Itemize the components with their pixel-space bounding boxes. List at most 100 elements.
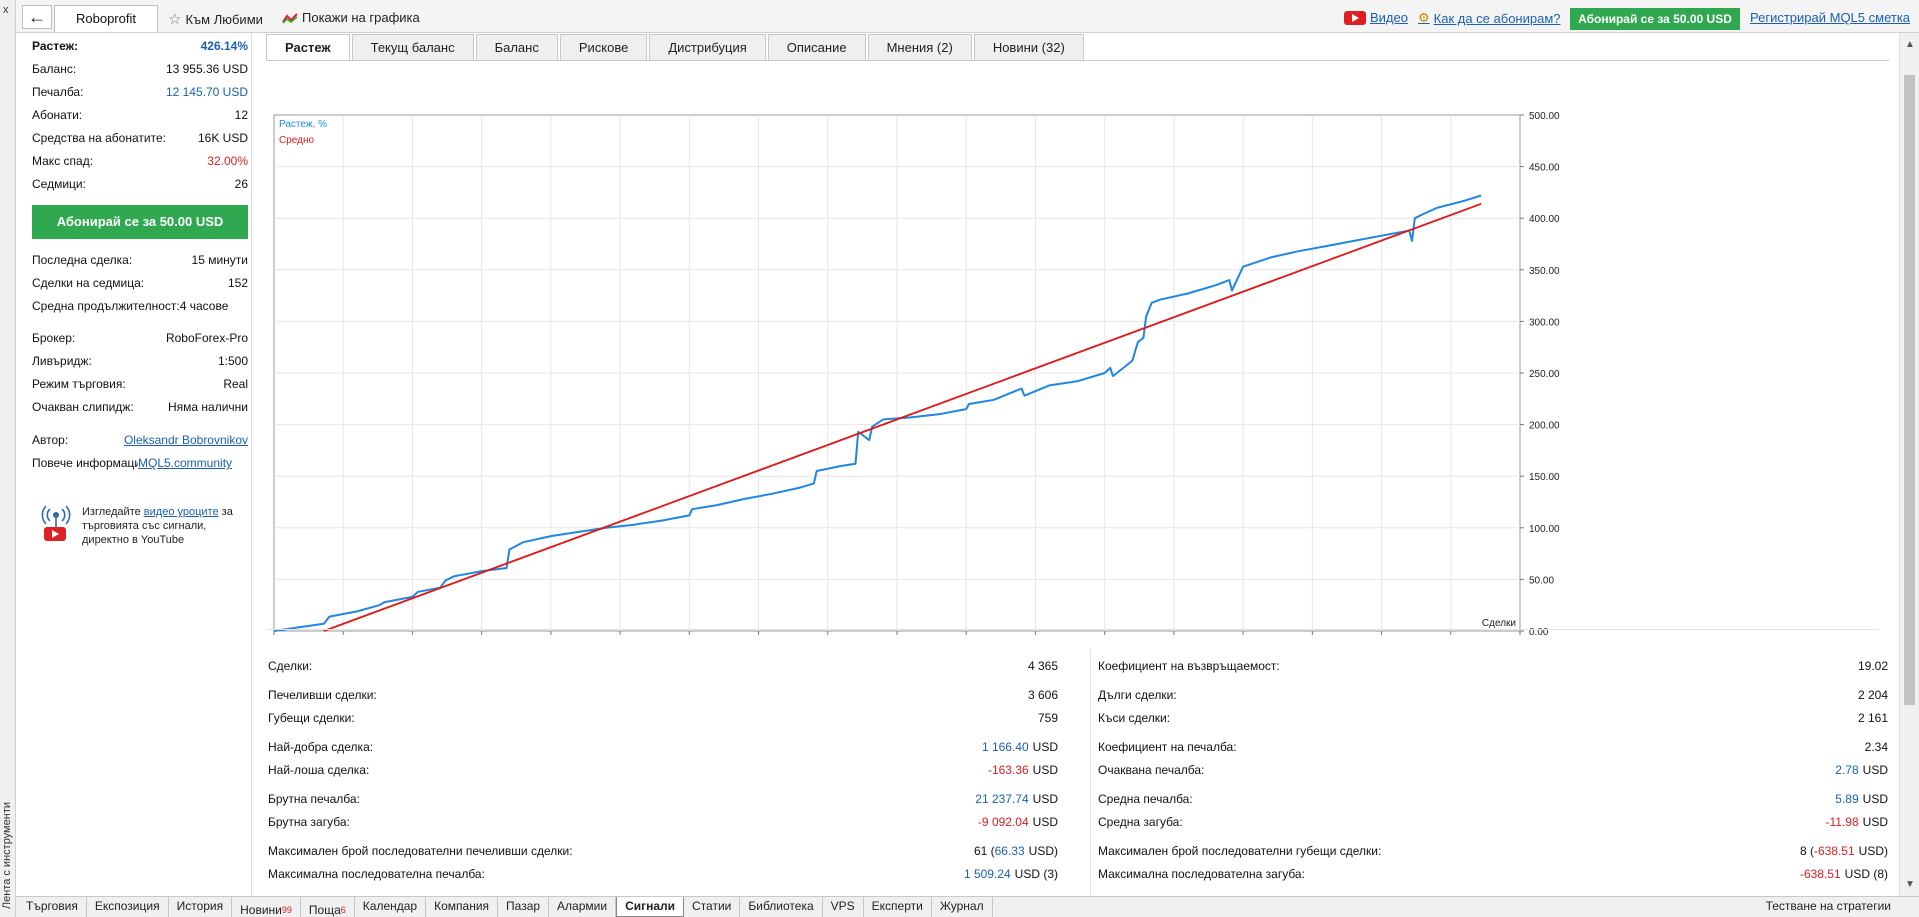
tab-5[interactable]: Описание [767,34,866,60]
video-link[interactable]: Видео [1344,10,1408,25]
tab-4[interactable]: Дистрибуция [649,34,766,60]
broker-value: RoboForex-Pro [165,331,248,345]
toolbox-tab-label: Търговия [26,899,78,913]
stat-value-text: 4 365 [1027,659,1058,673]
how-to-subscribe-link[interactable]: ⚙ Как да се абонирам? [1418,10,1561,26]
add-to-favorites-button[interactable]: ☆ Към Любими [168,10,263,28]
trades-per-week-row: Сделки на седмица: 152 [32,276,248,294]
toolbox-vertical-label[interactable]: Лента с инструменти [1,802,13,909]
tab-7[interactable]: Новини (32) [973,34,1084,60]
toolbox-tab-2[interactable]: История [169,897,233,917]
toolbox-tab-7[interactable]: Пазар [498,897,550,917]
weeks-label: Седмици: [32,177,86,191]
legend-entry: Средно [279,135,314,146]
toolbox-tab-11[interactable]: Библиотека [740,897,823,917]
weeks-row: Седмици: 26 [32,177,248,195]
toolbox-tab-3[interactable]: Новини99 [232,897,301,917]
stat-value: 61 (66.33 USD) [974,844,1058,860]
dock-close-button[interactable]: x [3,4,9,16]
slippage-value: Няма налични [167,400,248,414]
stat-label: Къси сделки: [1098,711,1171,725]
tab-2[interactable]: Баланс [475,34,558,60]
toolbox-tab-label: Новини [240,903,282,917]
video-label: Видео [1370,10,1408,25]
scrollbar-thumb[interactable] [1904,75,1915,705]
back-button[interactable]: ← [22,5,52,29]
stat-label: Най-лоша сделка: [268,763,370,777]
mql5-community-link[interactable]: MQL5.community [138,456,232,474]
stat-value-number: 2.78 [1835,763,1859,777]
subscribe-button-top[interactable]: Абонирай се за 50.00 USD [1570,8,1740,30]
stat-label: Дълги сделки: [1098,688,1177,702]
stat-value: -11.98 USD [1826,815,1888,831]
stat-value: 2.34 [1865,740,1888,756]
toolbox-tabs: Търговия Експозиция История Новини99 Поща6 Ка… [18,897,993,917]
scroll-up-arrow-icon[interactable]: ▲ [1905,39,1915,50]
toolbox-tab-12[interactable]: VPS [823,897,864,917]
stat-value-number: 21 237.74 [975,792,1029,806]
tab-1[interactable]: Текущ баланс [351,34,474,60]
stat-row: Най-лоша сделка: -163.36 USD [268,763,1058,779]
max-drawdown-value: 32.00% [207,154,248,168]
tab-6[interactable]: Мнения (2) [867,34,972,60]
toolbox-tab-label: Компания [434,899,490,913]
stats-column-divider [1090,649,1091,917]
broker-row: Брокер: RoboForex-Pro [32,331,248,349]
toolbox-tab-1[interactable]: Експозиция [87,897,169,917]
toolbox-tab-label: Поща [308,903,341,917]
toolbox-tab-4[interactable]: Поща6 [301,897,355,917]
subscribe-button[interactable]: Абонирай се за 50.00 USD [32,205,248,239]
toolbox-tab-label: История [176,899,224,913]
tab-3[interactable]: Рискове [559,34,648,60]
stat-row: Максимален брой последователни губещи сд… [1098,844,1888,860]
stat-row: Къси сделки: 2 161 [1098,711,1888,727]
tabs-baseline [266,60,1889,61]
author-link[interactable]: Oleksandr Bobrovnikov [124,433,248,451]
signal-name-tab[interactable]: Roboprofit [54,5,158,32]
stat-value-number: -638.51 [1813,844,1855,858]
slippage-row: Очакван слипидж: Няма налични [32,400,248,418]
growth-value: 426.14% [200,39,248,53]
weeks-value: 26 [234,177,248,191]
toolbox-tab-6[interactable]: Компания [426,897,499,917]
y-tick-label: 250.00 [1529,369,1560,380]
toolbox-tab-label: Пазар [506,899,541,913]
y-tick-label: 400.00 [1529,214,1560,225]
toolbox-tab-label: Библиотека [748,899,814,913]
toolbox-tab-13[interactable]: Експерти [864,897,932,917]
y-tick-label: 50.00 [1529,575,1554,586]
chart-line-icon [282,12,298,24]
legend-entry: Растеж, % [279,119,327,130]
scroll-down-arrow-icon[interactable]: ▼ [1905,879,1915,890]
trade-mode-value: Real [223,377,248,391]
video-tutorials-link[interactable]: видео уроците [144,506,219,518]
toolbox-tab-8[interactable]: Алармии [549,897,617,917]
unread-badge: 99 [281,905,292,915]
subscribers-row: Абонати: 12 [32,108,248,126]
strategy-tester-tab[interactable]: Тестване на стратегии [1766,899,1891,913]
toolbox-tab-10[interactable]: Статии [684,897,741,917]
stat-label: Брутна загуба: [268,815,350,829]
terminal-window: x Лента с инструменти ← Roboprofit ☆ Към… [0,0,1919,917]
toolbox-tab-bar: Търговия Експозиция История Новини99 Поща6 Ка… [16,896,1919,917]
subscriber-funds-row: Средства на абонатите: 16K USD [32,131,248,149]
stat-label: Максимална последователна загуба: [1098,867,1305,881]
y-tick-label: 500.00 [1529,111,1560,122]
y-tick-label: 450.00 [1529,163,1560,174]
stat-value: -9 092.04 USD [978,815,1058,831]
stat-value-unit: USD) [1028,844,1058,858]
tab-0[interactable]: Растеж [266,34,350,61]
toolbox-tab-9[interactable]: Сигнали [616,897,685,917]
toolbox-tab-5[interactable]: Календар [355,897,427,917]
stat-label: Максимален брой последователни губещи сд… [1098,844,1382,858]
stat-value-text: 3 606 [1027,688,1058,702]
show-on-chart-button[interactable]: Покажи на графика [282,10,420,25]
toolbox-tab-0[interactable]: Търговия [18,897,87,917]
toolbox-tab-14[interactable]: Журнал [932,897,993,917]
register-account-link[interactable]: Регистрирай MQL5 сметка [1750,10,1910,25]
vertical-scrollbar[interactable]: ▲ ▼ [1899,33,1919,896]
leverage-row: Ливъридж: 1:500 [32,354,248,372]
stat-value-unit: USD [1862,792,1888,806]
signal-tabs: Растеж Текущ баланс Баланс Рискове Дистрибуц… [266,34,1086,61]
stat-value-unit: USD) [1858,844,1888,858]
